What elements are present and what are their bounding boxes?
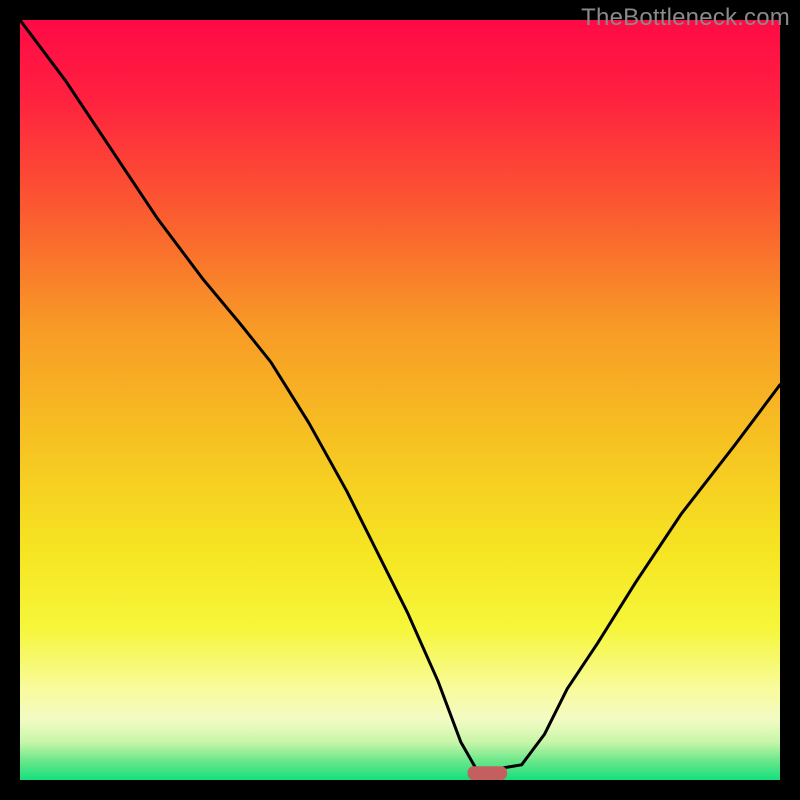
bottleneck-chart <box>20 20 780 780</box>
gradient-background <box>20 20 780 780</box>
chart-frame: TheBottleneck.com <box>0 0 800 800</box>
optimal-marker <box>468 766 508 780</box>
